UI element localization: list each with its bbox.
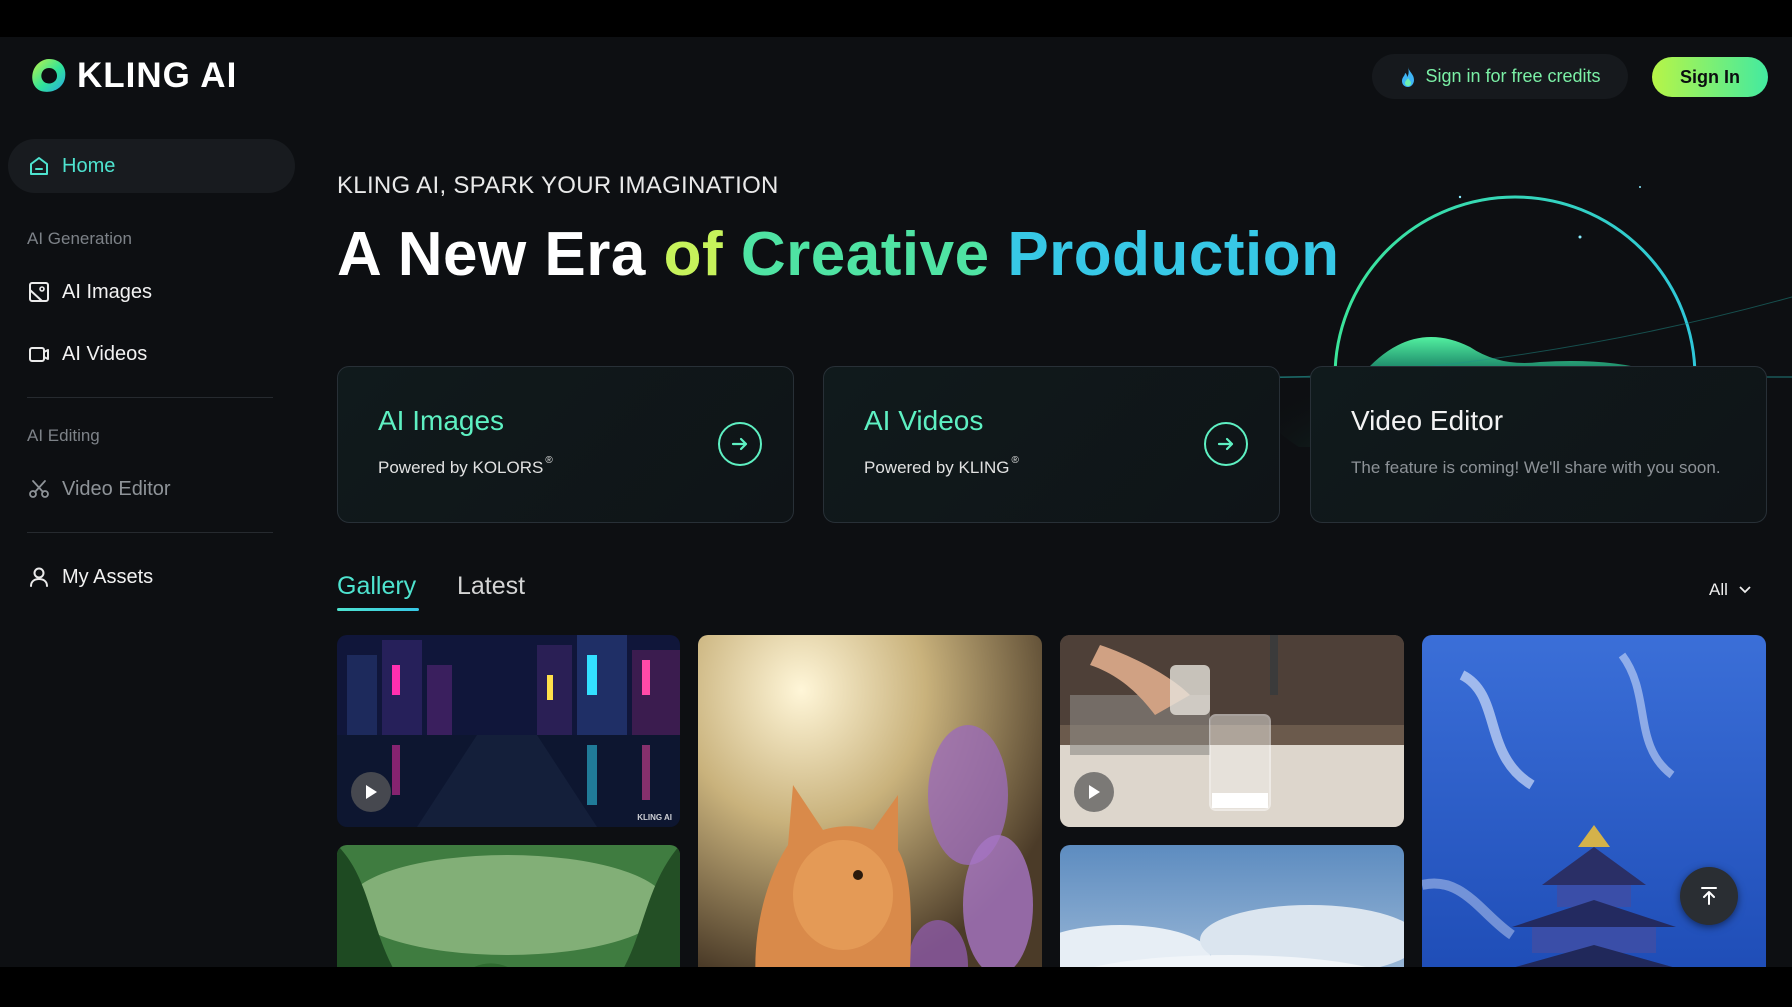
card-subtitle: The feature is coming! We'll share with …: [1351, 458, 1721, 477]
card-ai-videos[interactable]: AI Videos Powered by KLING ®: [823, 366, 1280, 523]
sidebar-item-label: AI Images: [62, 280, 153, 303]
active-tab-indicator: [337, 608, 419, 611]
sidebar-item-ai-images[interactable]: AI Images: [8, 265, 295, 319]
kling-logo[interactable]: KLING AI: [29, 56, 237, 96]
gallery-tile-kitten[interactable]: [698, 635, 1042, 967]
user-icon: [30, 567, 48, 587]
scissors-icon: [29, 480, 49, 498]
hero-title-part: A New Era: [337, 220, 646, 289]
card-ai-images[interactable]: AI Images Powered by KOLORS ®: [337, 366, 794, 523]
card-title: Video Editor: [1351, 405, 1504, 436]
hero-kicker: KLING AI, SPARK YOUR IMAGINATION: [337, 172, 779, 199]
free-credits-button[interactable]: Sign in for free credits: [1372, 54, 1628, 99]
section-label-ai-generation: AI Generation: [27, 229, 132, 248]
card-video-editor: Video Editor The feature is coming! We'l…: [1310, 366, 1767, 523]
play-button[interactable]: [351, 772, 391, 812]
video-camera-icon: [29, 347, 49, 362]
sidebar-item-home[interactable]: Home: [8, 139, 295, 193]
filter-label: All: [1709, 580, 1728, 599]
kling-logo-icon: [32, 59, 66, 92]
card-title: AI Videos: [864, 405, 984, 436]
sidebar-item-label: AI Videos: [62, 342, 148, 365]
play-icon: [1089, 785, 1100, 799]
flame-icon: [1402, 66, 1415, 87]
logo-text: KLING AI: [77, 56, 238, 95]
hero-title: A New Era of Creative Production: [337, 219, 1340, 290]
free-credits-label: Sign in for free credits: [1425, 66, 1601, 86]
tile-watermark: KLING AI: [637, 813, 672, 822]
gallery-tile-milk[interactable]: [1060, 635, 1404, 827]
play-icon: [366, 785, 377, 799]
sidebar-item-ai-videos[interactable]: AI Videos: [8, 327, 295, 381]
sidebar-item-my-assets[interactable]: My Assets: [8, 550, 295, 604]
hero-title-part: of: [663, 220, 724, 289]
chevron-down-icon: [1739, 586, 1751, 594]
home-icon: [30, 157, 48, 175]
gallery-tile-city[interactable]: KLING AI: [337, 635, 680, 827]
thumbnail-jungle: [337, 845, 680, 967]
arrow-right-circle-icon[interactable]: [1204, 422, 1248, 466]
sidebar-item-label: Video Editor: [62, 477, 171, 500]
section-label-ai-editing: AI Editing: [27, 426, 100, 445]
sign-in-button[interactable]: Sign In: [1652, 57, 1768, 97]
sidebar-item-video-editor[interactable]: Video Editor: [8, 462, 295, 516]
gallery-tile-sky[interactable]: [1060, 845, 1404, 967]
tab-gallery[interactable]: Gallery: [337, 572, 416, 601]
letterbox-bottom: [0, 967, 1792, 1007]
arrow-up-icon: [1701, 887, 1717, 905]
card-title: AI Images: [378, 405, 505, 436]
tab-latest[interactable]: Latest: [457, 572, 525, 601]
thumbnail-kitten: [698, 635, 1042, 967]
arrow-right-circle-icon[interactable]: [718, 422, 762, 466]
gallery-tile-jungle[interactable]: [337, 845, 680, 967]
thumbnail-sky-clouds: [1060, 845, 1404, 967]
sidebar-item-label: Home: [62, 154, 116, 177]
app-window: KLING AI Sign in for free credits Sign I…: [0, 37, 1792, 967]
sidebar-divider: [27, 532, 273, 533]
image-icon: [29, 282, 49, 302]
play-button[interactable]: [1074, 772, 1114, 812]
card-subtitle: Powered by KLING ®: [864, 455, 1019, 477]
hero-title-part: Creative: [740, 220, 990, 289]
sidebar-divider: [27, 397, 273, 398]
scroll-to-top-button[interactable]: [1680, 867, 1738, 925]
card-subtitle: Powered by KOLORS ®: [378, 455, 553, 477]
sidebar-item-label: My Assets: [62, 565, 154, 588]
letterbox-top: [0, 0, 1792, 37]
hero-title-part: Production: [1007, 220, 1340, 289]
filter-dropdown[interactable]: All: [1709, 580, 1752, 600]
